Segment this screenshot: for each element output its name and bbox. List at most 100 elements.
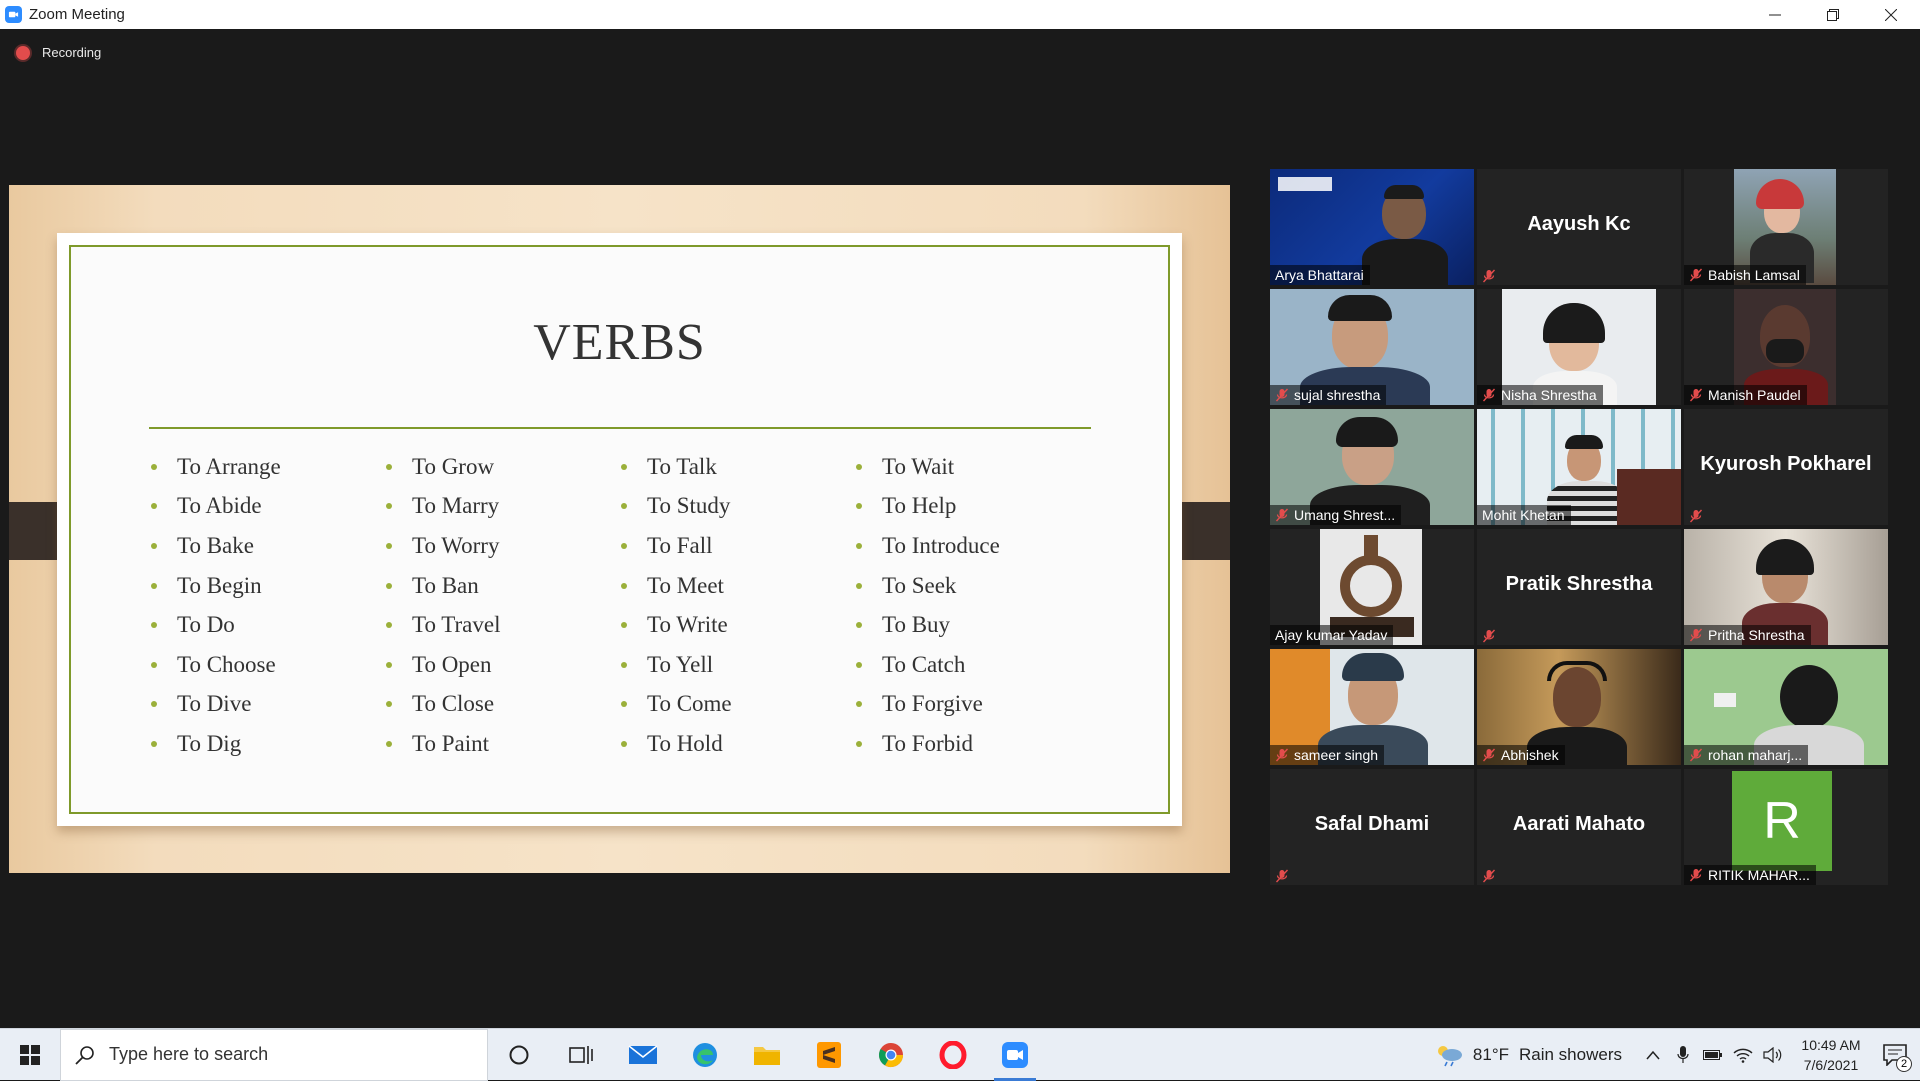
participant-tile[interactable]: Abhishek (1477, 649, 1681, 765)
cortana-button[interactable] (488, 1029, 550, 1081)
verb-item: To Dig (149, 724, 384, 764)
meeting-area: Recording VERBS To Arrange To Abide To Bak… (0, 29, 1920, 1028)
verb-column: To Arrange To Abide To Bake To Begin To Do To… (149, 447, 384, 764)
bullet-icon (386, 503, 392, 510)
opera-button[interactable] (922, 1029, 984, 1081)
participant-name-tag: Manish Paudel (1684, 385, 1807, 405)
sublime-icon (817, 1041, 841, 1068)
verb-item: To Forbid (854, 724, 1089, 764)
participant-name: rohan maharj... (1708, 747, 1803, 763)
participant-tile[interactable]: Kyurosh Pokharel (1684, 409, 1888, 525)
task-view-button[interactable] (550, 1029, 612, 1081)
verb-text: To Marry (412, 493, 500, 519)
bullet-icon (151, 463, 157, 470)
participant-tile[interactable]: rohan maharj... (1684, 649, 1888, 765)
participant-tile[interactable]: Ajay kumar Yadav (1270, 529, 1474, 645)
participant-tile[interactable]: R RITIK MAHAR... (1684, 769, 1888, 885)
participant-display-name: Aayush Kc (1527, 213, 1631, 235)
verb-item: To Close (384, 685, 619, 725)
verb-text: To Forgive (882, 691, 983, 717)
verb-text: To Introduce (882, 532, 1000, 558)
file-explorer-button[interactable] (736, 1029, 798, 1081)
action-center-button[interactable]: 2 (1870, 1029, 1920, 1081)
microphone-button[interactable] (1668, 1029, 1698, 1081)
cortana-icon (509, 1045, 529, 1064)
zoom-button[interactable] (984, 1029, 1046, 1081)
show-hidden-icons-button[interactable] (1638, 1029, 1668, 1081)
taskbar-search[interactable]: Type here to search (60, 1028, 488, 1081)
muted-mic-icon (1689, 268, 1703, 282)
participant-tile[interactable]: Mohit Khetan (1477, 409, 1681, 525)
battery-button[interactable] (1698, 1029, 1728, 1081)
verb-item: To Buy (854, 605, 1089, 645)
participant-name: sameer singh (1294, 747, 1379, 763)
participant-tile[interactable]: Pritha Shrestha (1684, 529, 1888, 645)
wifi-icon (1733, 1048, 1753, 1063)
verb-item: To Bake (149, 526, 384, 566)
participant-tile[interactable]: Aarati Mahato (1477, 769, 1681, 885)
slide-title: VERBS (533, 314, 706, 371)
mail-button[interactable] (612, 1029, 674, 1081)
chrome-button[interactable] (860, 1029, 922, 1081)
start-button[interactable] (0, 1029, 60, 1081)
shared-screen: VERBS To Arrange To Abide To Bake To Begin T… (9, 185, 1230, 873)
mail-icon (628, 1044, 658, 1064)
chrome-icon (878, 1042, 903, 1067)
weather-widget[interactable]: 81°F Rain showers (1435, 1043, 1622, 1067)
participant-name: Arya Bhattarai (1275, 267, 1364, 283)
muted-mic-icon (1689, 868, 1703, 882)
muted-mic-icon (1689, 509, 1703, 523)
sublime-button[interactable] (798, 1029, 860, 1081)
zoom-app-icon (5, 6, 22, 23)
taskbar-clock[interactable]: 10:49 AM 7/6/2021 (1792, 1035, 1870, 1075)
participant-tile[interactable]: Pratik Shrestha (1477, 529, 1681, 645)
verb-item: To Arrange (149, 447, 384, 487)
participant-name-tag: RITIK MAHAR... (1684, 865, 1816, 885)
participant-tile[interactable]: sameer singh (1270, 649, 1474, 765)
recording-indicator[interactable]: Recording (16, 45, 101, 60)
verb-item: To Yell (619, 645, 854, 685)
weather-condition: Rain showers (1519, 1045, 1622, 1064)
close-button[interactable] (1862, 0, 1920, 29)
muted-mic-icon (1275, 748, 1289, 762)
bullet-icon (386, 582, 392, 589)
verb-item: To Catch (854, 645, 1089, 685)
participant-name-tag: Abhishek (1477, 745, 1565, 765)
participant-name-tag: Arya Bhattarai (1270, 265, 1370, 285)
muted-mic-icon (1482, 629, 1496, 643)
participant-tile[interactable]: Arya Bhattarai (1270, 169, 1474, 285)
recording-label: Recording (42, 45, 102, 60)
verb-text: To Travel (412, 612, 501, 638)
edge-button[interactable] (674, 1029, 736, 1081)
participant-tile[interactable]: sujal shrestha (1270, 289, 1474, 405)
participant-tile[interactable]: Aayush Kc (1477, 169, 1681, 285)
verb-list: To Arrange To Abide To Bake To Begin To Do To… (149, 447, 1089, 764)
verb-column: To Grow To Marry To Worry To Ban To Travel To… (384, 447, 619, 764)
notification-count: 2 (1896, 1056, 1912, 1072)
verb-column: To Talk To Study To Fall To Meet To Write To … (619, 447, 854, 764)
verb-text: To Help (882, 493, 957, 519)
verb-text: To Seek (882, 572, 957, 598)
restore-icon (1827, 8, 1839, 21)
participant-tile[interactable]: Manish Paudel (1684, 289, 1888, 405)
volume-button[interactable] (1758, 1029, 1788, 1081)
participant-tile[interactable]: Nisha Shrestha (1477, 289, 1681, 405)
participant-name: Nisha Shrestha (1501, 387, 1597, 403)
muted-mic-icon (1275, 869, 1289, 883)
close-icon (1885, 8, 1897, 21)
window-title: Zoom Meeting (29, 6, 125, 23)
participant-name: Umang Shrest... (1294, 507, 1396, 523)
verb-text: To Come (647, 691, 732, 717)
avatar-letter: R (1763, 792, 1801, 850)
bullet-icon (151, 582, 157, 589)
participant-tile[interactable]: Safal Dhami (1270, 769, 1474, 885)
verb-item: To Abide (149, 487, 384, 527)
participant-tile[interactable]: Umang Shrest... (1270, 409, 1474, 525)
participant-tile[interactable]: Babish Lamsal (1684, 169, 1888, 285)
chevron-up-icon (1646, 1050, 1660, 1060)
minimize-button[interactable] (1746, 0, 1804, 29)
verb-item: To Study (619, 487, 854, 527)
wifi-button[interactable] (1728, 1029, 1758, 1081)
restore-button[interactable] (1804, 0, 1862, 29)
muted-mic-icon (1689, 388, 1703, 402)
